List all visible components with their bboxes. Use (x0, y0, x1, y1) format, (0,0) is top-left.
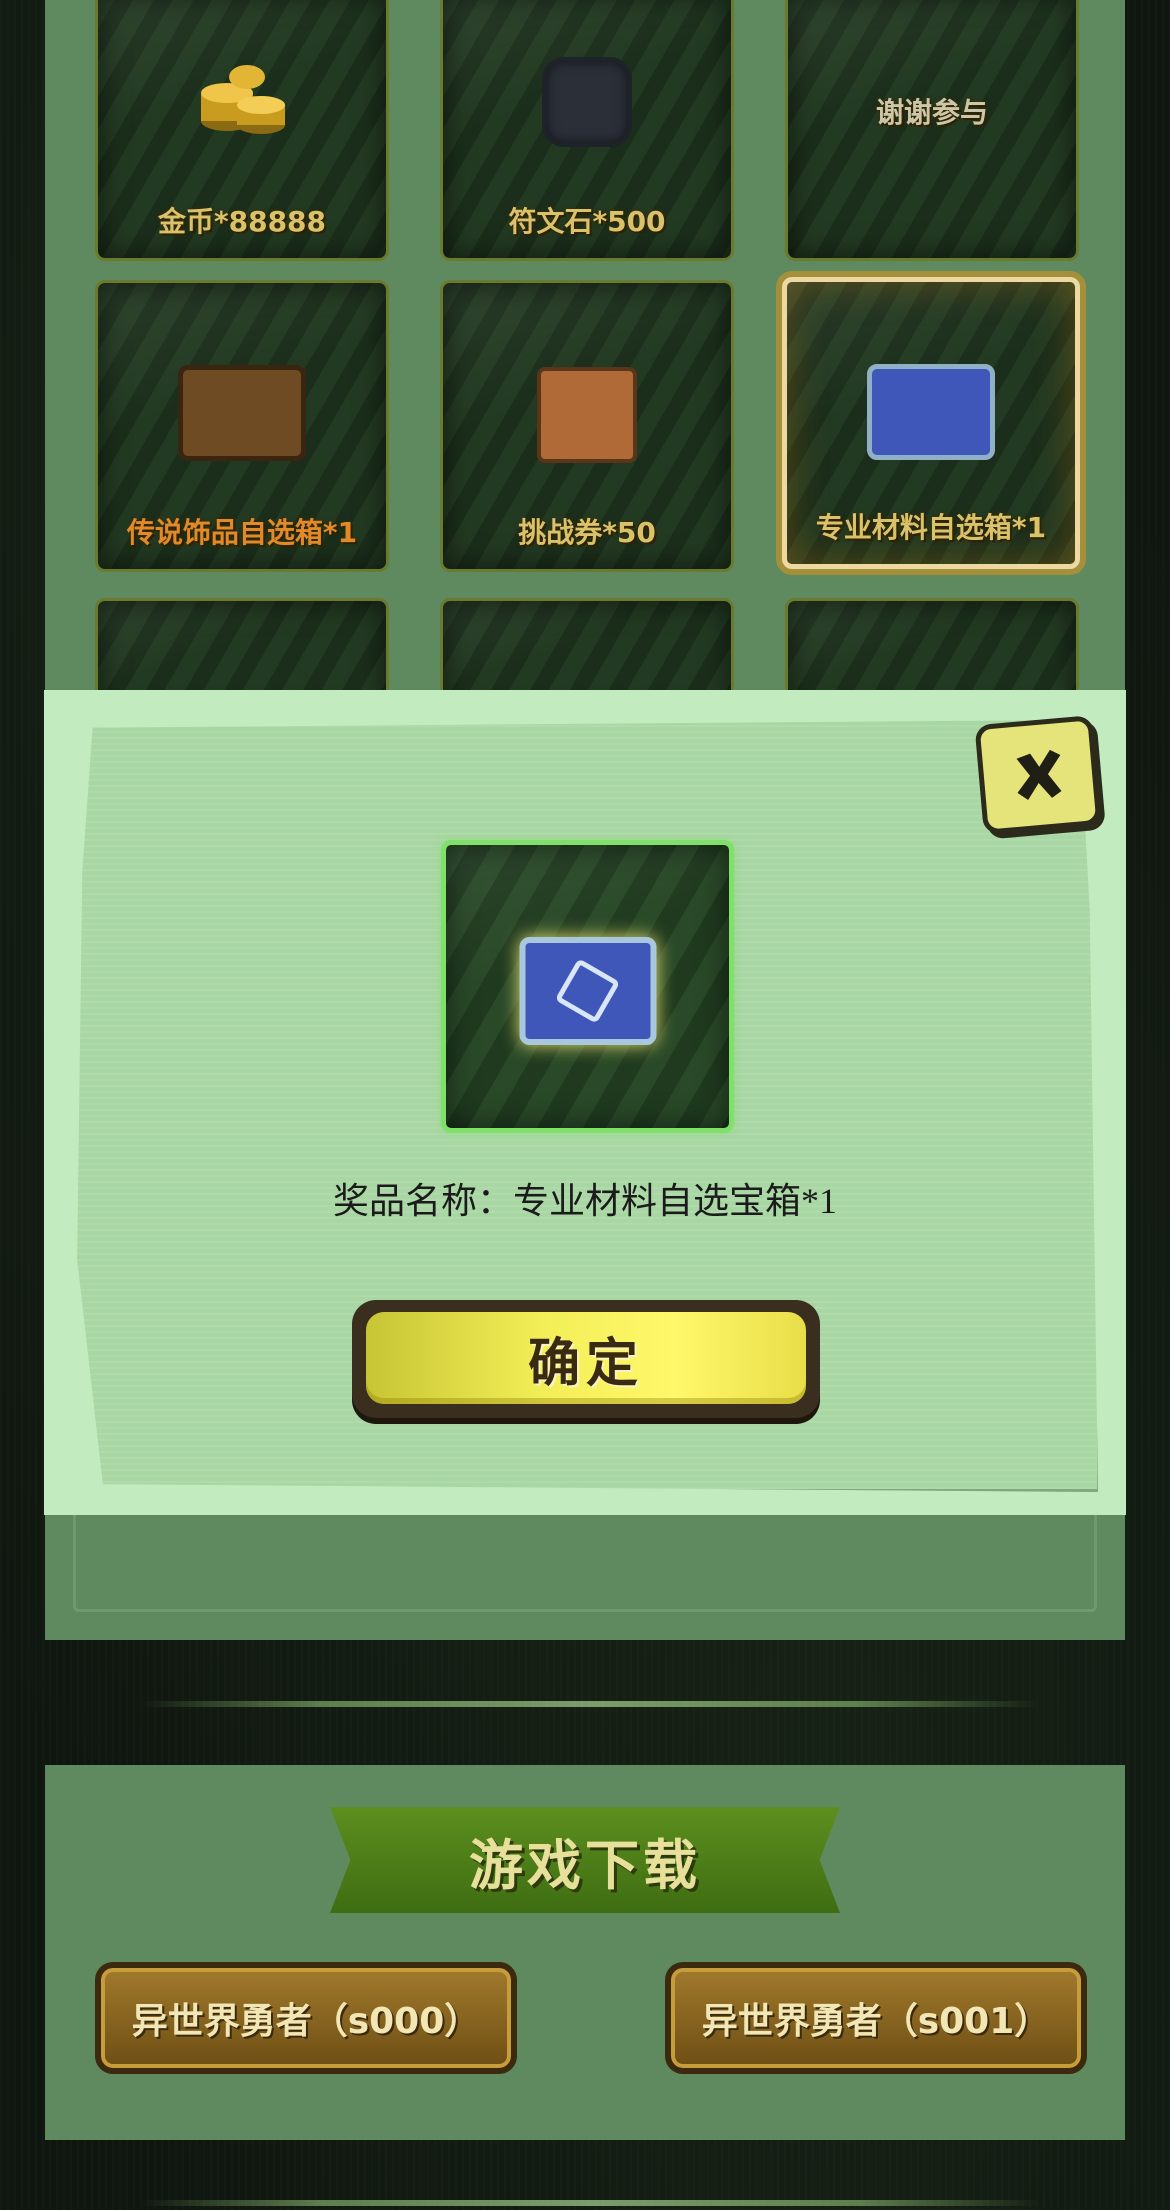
prize-cell-material-chest[interactable]: 专业材料自选箱*1 (782, 277, 1080, 569)
prize-label: 传说饰品自选箱*1 (126, 516, 358, 549)
panel-frame (73, 1499, 1097, 1612)
divider (140, 2200, 1040, 2206)
blue-chest-icon (867, 364, 995, 460)
legend-chest-icon (178, 365, 306, 461)
prize-label: 金币*88888 (157, 205, 327, 238)
download-button-s001[interactable]: 异世界勇者（s001） (665, 1962, 1087, 2074)
prize-cell-rune[interactable]: 符文石*500 (440, 0, 734, 261)
challenge-ticket-icon (537, 367, 637, 463)
prize-label: 谢谢参与 (875, 96, 988, 129)
close-button[interactable] (974, 715, 1102, 835)
close-icon (1016, 749, 1062, 800)
prize-cell-challenge-ticket[interactable]: 挑战券*50 (440, 280, 734, 572)
gold-coins-icon (201, 65, 285, 134)
prize-label: 专业材料自选箱*1 (815, 511, 1047, 544)
prize-image-frame (441, 840, 734, 1133)
confirm-button-face: 确定 (366, 1312, 806, 1404)
blue-chest-icon (519, 937, 656, 1045)
download-panel: 游戏下载 异世界勇者（s000） 异世界勇者（s001） (45, 1765, 1125, 2140)
confirm-button[interactable]: 确定 (352, 1300, 820, 1418)
download-title-ribbon: 游戏下载 (330, 1807, 840, 1913)
download-button-s000[interactable]: 异世界勇者（s000） (95, 1962, 517, 2074)
prize-cell-gold[interactable]: 金币*88888 (95, 0, 389, 261)
divider (140, 1701, 1040, 1707)
prize-cell-thanks[interactable]: 谢谢参与 (785, 0, 1079, 261)
prize-label: 挑战券*50 (518, 516, 656, 549)
prize-cell-legend-chest[interactable]: 传说饰品自选箱*1 (95, 280, 389, 572)
rune-stone-icon (546, 61, 628, 143)
prize-modal: 奖品名称：专业材料自选宝箱*1 确定 (44, 690, 1126, 1515)
prize-name-text: 奖品名称：专业材料自选宝箱*1 (332, 1181, 837, 1221)
prize-label: 符文石*500 (508, 205, 666, 238)
confirm-label: 确定 (527, 1333, 644, 1394)
prize-grid: 金币*88888 符文石*500 谢谢参与 传说饰品自选箱*1 挑战券*50 专… (95, 0, 1080, 724)
download-title: 游戏下载 (469, 1833, 701, 1897)
